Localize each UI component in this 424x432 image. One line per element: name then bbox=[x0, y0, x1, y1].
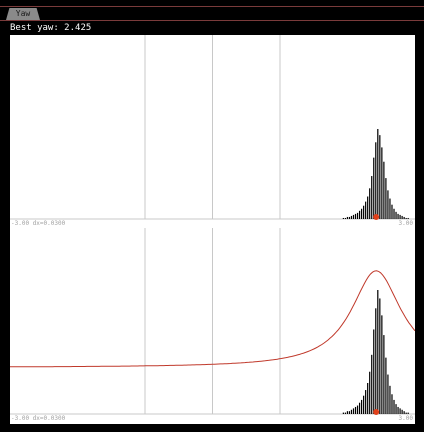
histogram-bar bbox=[356, 212, 359, 219]
histogram-bar bbox=[379, 135, 381, 219]
histogram-bar bbox=[393, 399, 395, 414]
histogram-bar bbox=[385, 357, 387, 414]
histogram-bar bbox=[403, 411, 405, 414]
histogram-bar bbox=[348, 216, 351, 219]
histogram-bar bbox=[377, 290, 379, 414]
histogram-bar bbox=[344, 217, 347, 219]
histogram-bar bbox=[367, 196, 369, 219]
histogram-bar bbox=[369, 188, 371, 219]
histogram-bar bbox=[361, 399, 363, 414]
histogram-bar bbox=[371, 354, 373, 414]
histogram-bar bbox=[367, 383, 369, 414]
axis-max-label: 3.00 bbox=[398, 415, 413, 422]
histogram-bar bbox=[401, 215, 403, 219]
histogram-bar bbox=[350, 215, 353, 219]
histogram-bar bbox=[375, 308, 377, 414]
histogram-bar bbox=[344, 412, 347, 414]
histogram-bar bbox=[403, 216, 405, 219]
histogram-bar bbox=[365, 390, 367, 414]
histogram-bar bbox=[369, 371, 371, 414]
best-yaw-marker bbox=[373, 409, 380, 415]
histogram-bar bbox=[385, 178, 387, 219]
histogram-bar bbox=[377, 129, 379, 219]
histogram-bar bbox=[383, 335, 385, 414]
tab-bar-top-line bbox=[0, 6, 424, 7]
histogram-bar bbox=[391, 394, 393, 414]
histogram-bar bbox=[395, 404, 397, 414]
axis-min-label: -3.00 dx=0.0300 bbox=[11, 415, 66, 422]
histogram-panel-top: -3.00 dx=0.0300 3.00 bbox=[10, 35, 415, 228]
histogram-bar bbox=[356, 405, 359, 414]
best-yaw-marker bbox=[373, 214, 380, 220]
histogram-bar bbox=[399, 214, 401, 219]
histogram-bar bbox=[358, 402, 361, 414]
axis-min-label: -3.00 dx=0.0300 bbox=[11, 220, 66, 227]
histogram-bar bbox=[350, 409, 353, 414]
axis-max-label: 3.00 bbox=[398, 220, 413, 227]
histogram-bar bbox=[401, 409, 403, 414]
histogram-bar bbox=[363, 205, 365, 219]
histogram-bar bbox=[397, 406, 399, 414]
histogram-bar bbox=[389, 198, 391, 219]
histogram-bar bbox=[342, 412, 344, 414]
histogram-bar bbox=[387, 374, 389, 414]
histogram-bar bbox=[354, 213, 357, 219]
histogram-bar bbox=[348, 411, 351, 414]
histogram-bar bbox=[373, 329, 375, 414]
histogram-bar bbox=[342, 217, 344, 219]
histogram-bar bbox=[346, 411, 349, 414]
histogram-bar bbox=[387, 190, 389, 219]
histogram-bar bbox=[363, 395, 365, 414]
tab-bar: Yaw bbox=[0, 0, 424, 22]
histogram-bar bbox=[352, 408, 355, 414]
histogram-chart-top bbox=[10, 35, 415, 220]
histogram-bar bbox=[407, 217, 409, 219]
histogram-bar bbox=[405, 412, 407, 414]
histogram-bar bbox=[361, 208, 363, 219]
histogram-bar bbox=[381, 147, 383, 219]
histogram-bar bbox=[397, 213, 399, 219]
histogram-bar bbox=[383, 161, 385, 219]
histogram-bar bbox=[407, 412, 409, 414]
histogram-bar bbox=[371, 176, 373, 219]
histogram-bar bbox=[395, 211, 397, 219]
histogram-bar bbox=[391, 204, 393, 219]
histogram-bar bbox=[399, 408, 401, 414]
histogram-bar bbox=[346, 216, 349, 219]
histogram-bar bbox=[358, 210, 361, 219]
histogram-bar bbox=[393, 208, 395, 219]
histogram-chart-bottom bbox=[10, 228, 415, 415]
histogram-bar bbox=[381, 315, 383, 414]
histogram-bar bbox=[375, 142, 377, 219]
tab-bar-bottom-line bbox=[0, 20, 424, 21]
histogram-bar bbox=[365, 201, 367, 219]
histogram-panel-bottom: -3.00 dx=0.0300 3.00 bbox=[10, 228, 415, 424]
histogram-bar bbox=[354, 406, 357, 414]
tab-yaw[interactable]: Yaw bbox=[6, 8, 40, 20]
best-yaw-readout: Best yaw: 2.425 bbox=[10, 23, 92, 33]
histogram-bar bbox=[379, 298, 381, 414]
histogram-bar bbox=[405, 217, 407, 219]
histogram-bar bbox=[373, 157, 375, 219]
histogram-bar bbox=[352, 214, 355, 219]
histogram-bar bbox=[389, 385, 391, 414]
